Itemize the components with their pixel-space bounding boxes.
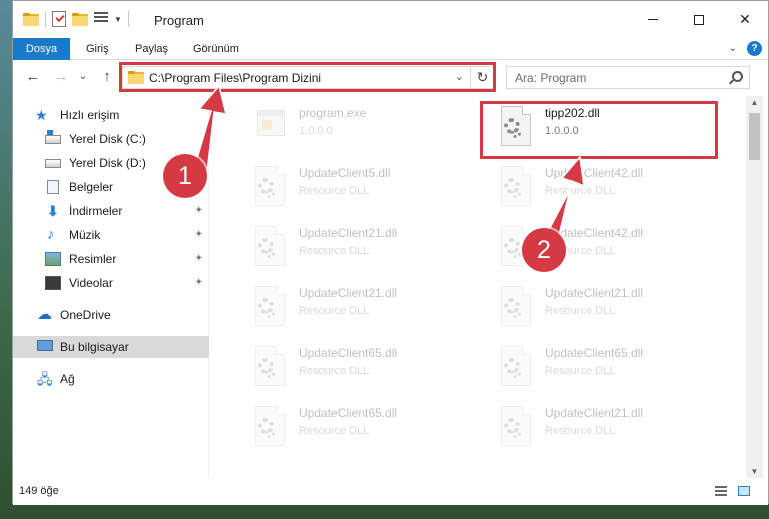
callout-2: 2 [522, 228, 566, 272]
callout-1: 1 [163, 154, 207, 198]
annotation-arrows [191, 84, 585, 249]
